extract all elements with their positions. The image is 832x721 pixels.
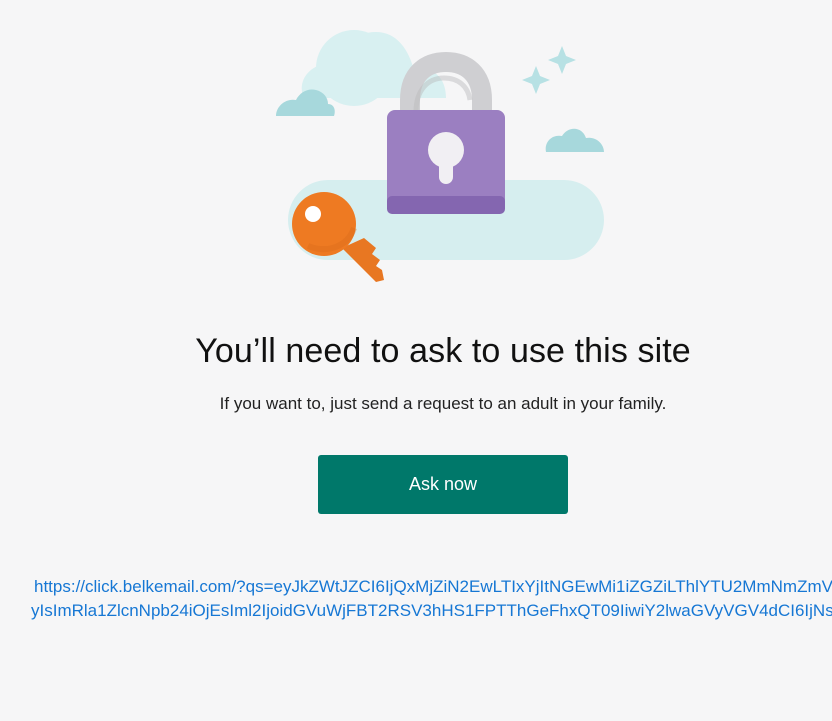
locked-site-illustration — [272, 26, 610, 294]
request-instruction-text: If you want to, just send a request to a… — [219, 394, 667, 413]
blocked-url: https://click.belkemail.com/?qs=eyJkZWtJ… — [31, 575, 832, 623]
ask-now-button[interactable]: Ask now — [318, 455, 568, 514]
family-safety-block-page: You’ll need to ask to use this site If y… — [0, 0, 832, 721]
page-title: You’ll need to ask to use this site — [195, 332, 691, 370]
blocked-url-line-1[interactable]: https://click.belkemail.com/?qs=eyJkZWtJ… — [34, 575, 832, 599]
blocked-url-line-2[interactable]: yIsImRla1ZlcnNpb24iOjEsIml2IjoidGVuWjFBT… — [31, 599, 832, 623]
lock-and-key-icon — [276, 30, 604, 282]
